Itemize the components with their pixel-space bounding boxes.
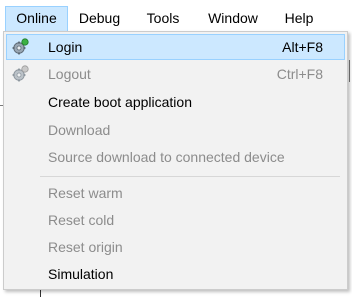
menu-item-reset-warm[interactable]: Reset warm (6, 180, 345, 206)
menu-window[interactable]: Window (197, 6, 269, 31)
menu-item-label: Logout (48, 66, 91, 82)
menu-tools[interactable]: Tools (139, 6, 187, 31)
menu-help[interactable]: Help (277, 6, 321, 31)
logout-gear-icon (12, 65, 29, 82)
menu-item-label: Source download to connected device (48, 149, 285, 165)
menu-item-create-boot-application[interactable]: Create boot application (6, 89, 345, 115)
menu-item-label: Reset origin (48, 239, 123, 255)
menu-bar: Online Debug Tools Window Help (0, 5, 352, 31)
online-dropdown-menu: Login Alt+F8 Logout Ctrl+F8 Create boot … (3, 31, 348, 290)
menu-item-label: Simulation (48, 266, 114, 282)
menu-item-label: Reset cold (48, 212, 115, 228)
menu-item-label: Reset warm (48, 185, 123, 201)
menu-item-label: Create boot application (48, 94, 192, 110)
menu-item-shortcut: Ctrl+F8 (276, 66, 323, 82)
menu-item-label: Login (48, 39, 83, 55)
application-window: Online Debug Tools Window Help Login Alt… (0, 0, 352, 297)
menu-item-reset-cold[interactable]: Reset cold (6, 207, 345, 233)
menu-item-shortcut: Alt+F8 (282, 39, 323, 55)
background-divider-bottom (40, 290, 41, 297)
menu-separator (40, 176, 340, 177)
menu-item-source-download[interactable]: Source download to connected device (6, 144, 345, 170)
login-gear-icon (12, 38, 29, 55)
menu-item-login[interactable]: Login Alt+F8 (6, 34, 345, 60)
menu-item-simulation[interactable]: Simulation (6, 261, 345, 287)
menu-debug[interactable]: Debug (73, 6, 126, 31)
menu-item-download[interactable]: Download (6, 117, 345, 143)
background-divider (349, 60, 350, 82)
menu-item-label: Download (48, 122, 111, 138)
menu-item-logout[interactable]: Logout Ctrl+F8 (6, 61, 345, 87)
menu-item-reset-origin[interactable]: Reset origin (6, 234, 345, 260)
menu-online[interactable]: Online (5, 6, 68, 31)
